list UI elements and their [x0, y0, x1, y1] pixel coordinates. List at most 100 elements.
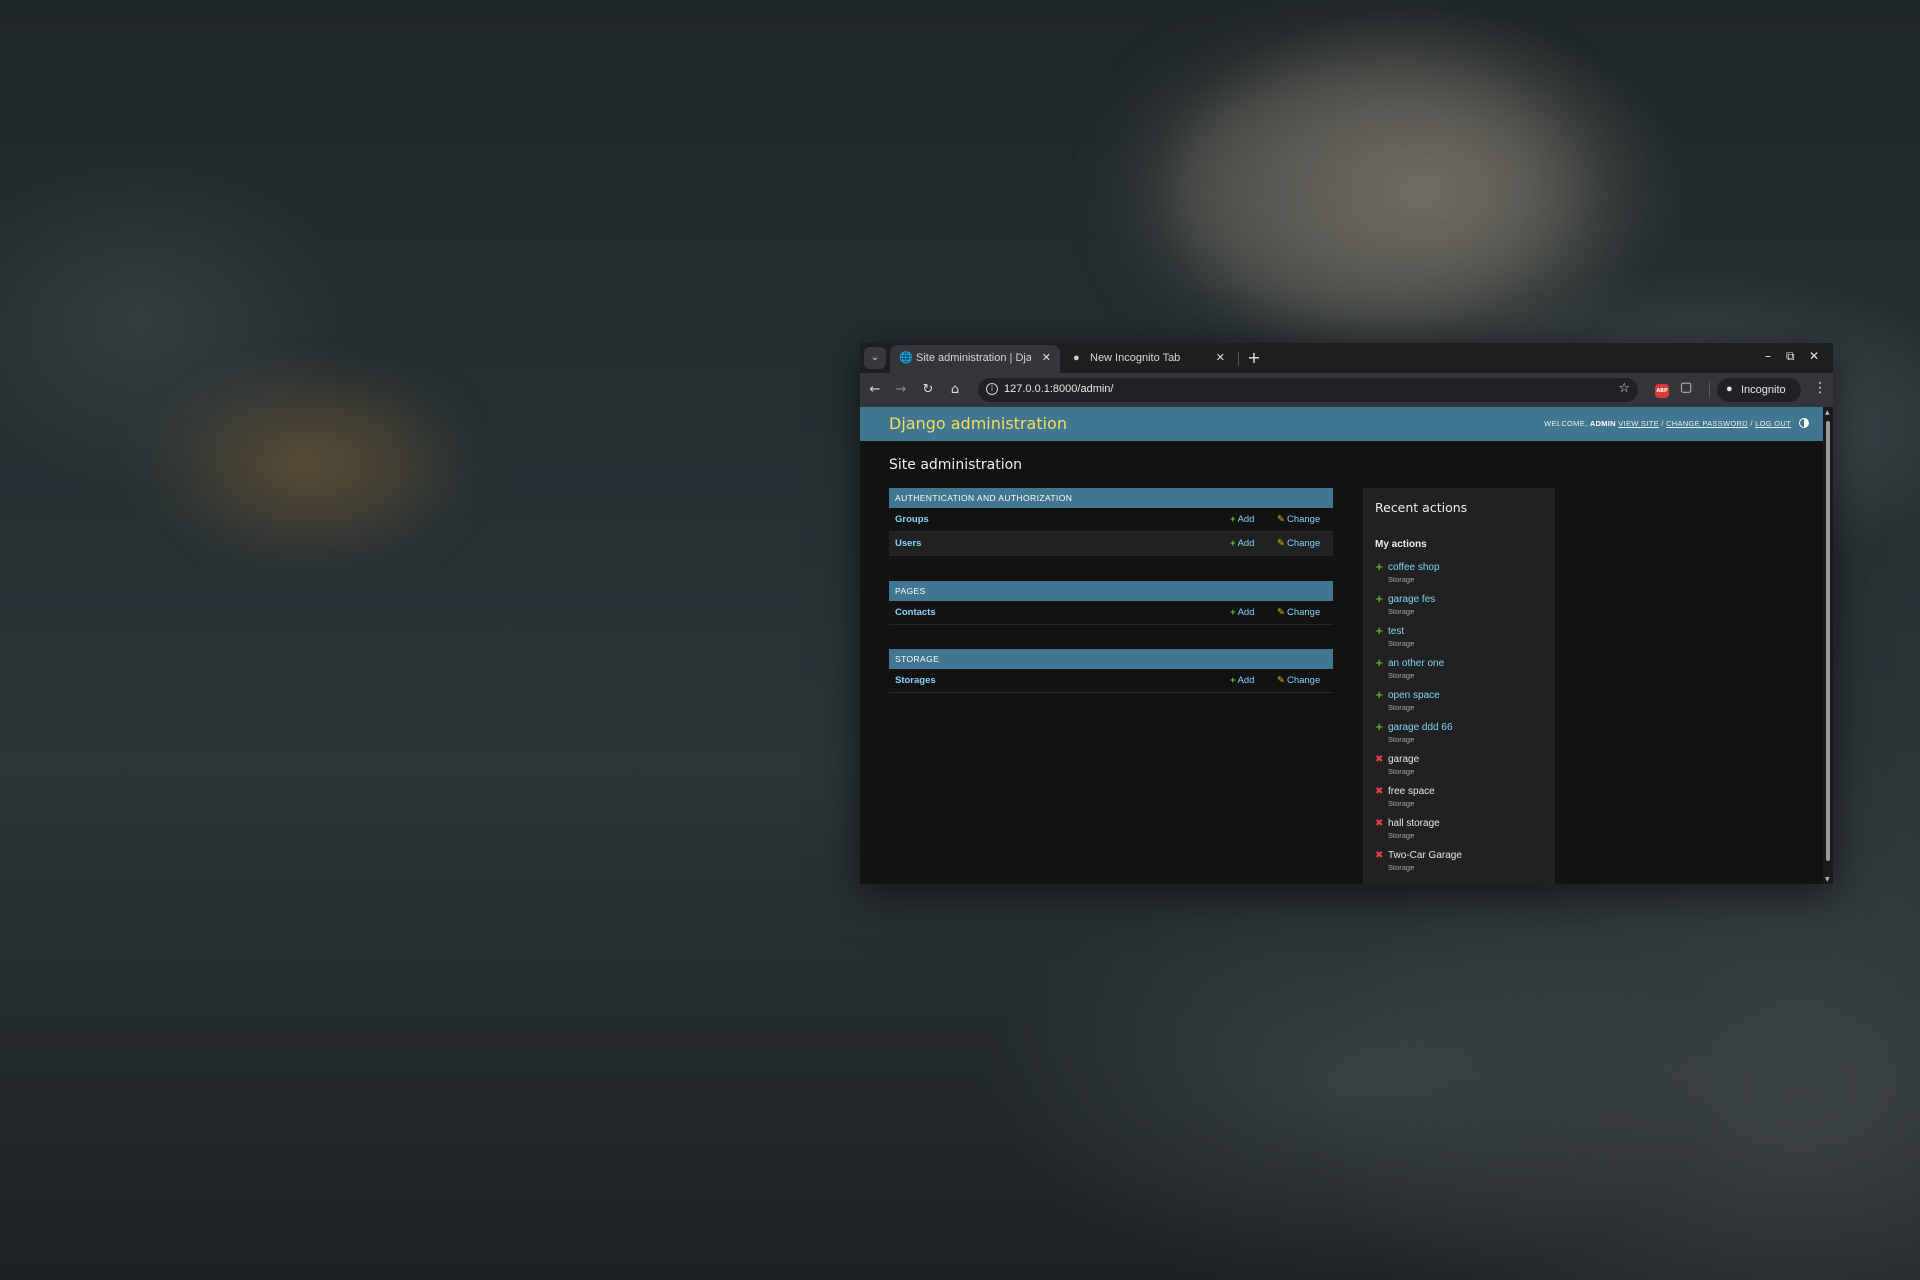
url-text: 127.0.0.1:8000/admin/: [1004, 383, 1114, 395]
theme-toggle-icon[interactable]: [1799, 418, 1809, 428]
delete-icon: ✖: [1375, 754, 1384, 765]
content-type: Storage: [1388, 575, 1415, 584]
recent-action-link[interactable]: coffee shop: [1388, 562, 1440, 573]
toolbar-divider: [1709, 382, 1710, 398]
forward-icon[interactable]: →: [891, 380, 911, 400]
close-icon[interactable]: ✕: [1042, 351, 1051, 364]
back-icon[interactable]: ←: [865, 380, 885, 400]
model-link-storages[interactable]: Storages: [895, 675, 936, 686]
content-type: Storage: [1388, 863, 1415, 872]
add-link[interactable]: + Add: [1230, 514, 1254, 525]
content-type: Storage: [1388, 639, 1415, 648]
globe-icon: 🌐: [899, 352, 913, 364]
my-actions-heading: My actions: [1375, 539, 1427, 550]
change-link[interactable]: ✎ Change: [1277, 675, 1320, 686]
plus-icon: +: [1230, 607, 1236, 618]
pencil-icon: ✎: [1277, 538, 1285, 549]
page-title: Site administration: [889, 457, 1023, 473]
module-caption[interactable]: STORAGE: [889, 649, 1333, 669]
model-row-storages: Storages + Add ✎ Change: [889, 669, 1333, 693]
tab-site-administration[interactable]: 🌐 Site administration | Djan ✕: [890, 345, 1060, 373]
content-type: Storage: [1388, 831, 1415, 840]
home-icon[interactable]: ⌂: [945, 380, 965, 400]
pencil-icon: ✎: [1277, 607, 1285, 618]
view-site-link[interactable]: VIEW SITE: [1618, 419, 1659, 428]
menu-icon[interactable]: ⋮: [1813, 380, 1827, 396]
add-label: Add: [1237, 538, 1255, 549]
page-scrollbar[interactable]: ▲ ▼: [1823, 407, 1833, 884]
recent-action-link[interactable]: an other one: [1388, 658, 1444, 669]
pencil-icon: ✎: [1277, 675, 1285, 686]
background-blur: [1150, 60, 1570, 320]
admin-header: Django administration WELCOME, ADMIN VIE…: [860, 407, 1823, 441]
separator: /: [1661, 419, 1664, 428]
recent-action-text: free space: [1388, 786, 1435, 797]
new-tab-button[interactable]: +: [1244, 348, 1264, 368]
module-caption[interactable]: PAGES: [889, 581, 1333, 601]
change-link[interactable]: ✎ Change: [1277, 538, 1320, 549]
plus-icon: +: [1230, 514, 1236, 525]
module-authentication: AUTHENTICATION AND AUTHORIZATION Groups …: [889, 488, 1333, 556]
model-row-groups: Groups + Add ✎ Change: [889, 508, 1333, 532]
scroll-down-icon[interactable]: ▼: [1825, 876, 1830, 883]
add-link[interactable]: + Add: [1230, 538, 1254, 549]
change-label: Change: [1286, 675, 1321, 686]
recent-action-link[interactable]: open space: [1388, 690, 1440, 701]
change-link[interactable]: ✎ Change: [1277, 607, 1320, 618]
content-type: Storage: [1388, 735, 1415, 744]
close-window-icon[interactable]: ✕: [1809, 349, 1819, 363]
model-link-groups[interactable]: Groups: [895, 514, 929, 525]
log-out-link[interactable]: LOG OUT: [1755, 419, 1791, 428]
recent-action-link[interactable]: garage fes: [1388, 594, 1435, 605]
model-row-users: Users + Add ✎ Change: [889, 532, 1333, 556]
delete-icon: ✖: [1375, 786, 1384, 797]
address-bar[interactable]: i 127.0.0.1:8000/admin/ ☆: [978, 378, 1638, 402]
close-icon[interactable]: ✕: [1216, 351, 1225, 364]
add-link[interactable]: + Add: [1230, 675, 1254, 686]
module-storage: STORAGE Storages + Add ✎ Change: [889, 649, 1333, 693]
bookmark-star-icon[interactable]: ☆: [1618, 381, 1630, 396]
incognito-indicator[interactable]: ● Incognito: [1717, 378, 1801, 402]
change-link[interactable]: ✎ Change: [1277, 514, 1320, 525]
scrollbar-thumb[interactable]: [1826, 421, 1830, 861]
recent-action-link[interactable]: garage ddd 66: [1388, 722, 1453, 733]
add-label: Add: [1237, 675, 1255, 686]
site-branding[interactable]: Django administration: [889, 414, 1067, 433]
model-link-users[interactable]: Users: [895, 538, 921, 549]
reload-icon[interactable]: ↻: [918, 380, 938, 400]
add-icon: +: [1375, 594, 1384, 605]
content-type: Storage: [1388, 671, 1415, 680]
recent-actions-title: Recent actions: [1375, 500, 1468, 515]
add-icon: +: [1375, 658, 1384, 669]
module-caption[interactable]: AUTHENTICATION AND AUTHORIZATION: [889, 488, 1333, 508]
background-blur: [220, 420, 420, 510]
delete-icon: ✖: [1375, 850, 1384, 861]
username: ADMIN: [1589, 419, 1616, 428]
tab-new-incognito[interactable]: ● New Incognito Tab ✕: [1064, 345, 1234, 373]
recent-action-text: garage: [1388, 754, 1420, 765]
add-icon: +: [1375, 690, 1384, 701]
extensions-icon[interactable]: ▢: [1680, 380, 1692, 395]
restore-icon[interactable]: ⧉: [1786, 349, 1795, 364]
add-icon: +: [1375, 626, 1384, 637]
plus-icon: +: [1230, 538, 1236, 549]
content-type: Storage: [1388, 799, 1415, 808]
separator: /: [1750, 419, 1753, 428]
model-row-contacts: Contacts + Add ✎ Change: [889, 601, 1333, 625]
content-type: Storage: [1388, 767, 1415, 776]
pencil-icon: ✎: [1277, 514, 1285, 525]
add-link[interactable]: + Add: [1230, 607, 1254, 618]
tab-divider: [1238, 352, 1239, 366]
content-type: Storage: [1388, 703, 1415, 712]
scroll-up-icon[interactable]: ▲: [1825, 409, 1830, 416]
recent-actions-panel: Recent actions My actions + coffee shop …: [1363, 488, 1555, 884]
tab-search-icon[interactable]: ⌄: [864, 347, 886, 369]
recent-action-link[interactable]: test: [1388, 626, 1404, 637]
model-link-contacts[interactable]: Contacts: [895, 607, 936, 618]
add-icon: +: [1375, 722, 1384, 733]
welcome-text: WELCOME,: [1544, 419, 1588, 428]
change-password-link[interactable]: CHANGE PASSWORD: [1666, 419, 1748, 428]
adblock-icon[interactable]: ABP: [1655, 384, 1669, 398]
site-info-icon[interactable]: i: [986, 383, 998, 395]
minimize-icon[interactable]: –: [1765, 349, 1771, 363]
